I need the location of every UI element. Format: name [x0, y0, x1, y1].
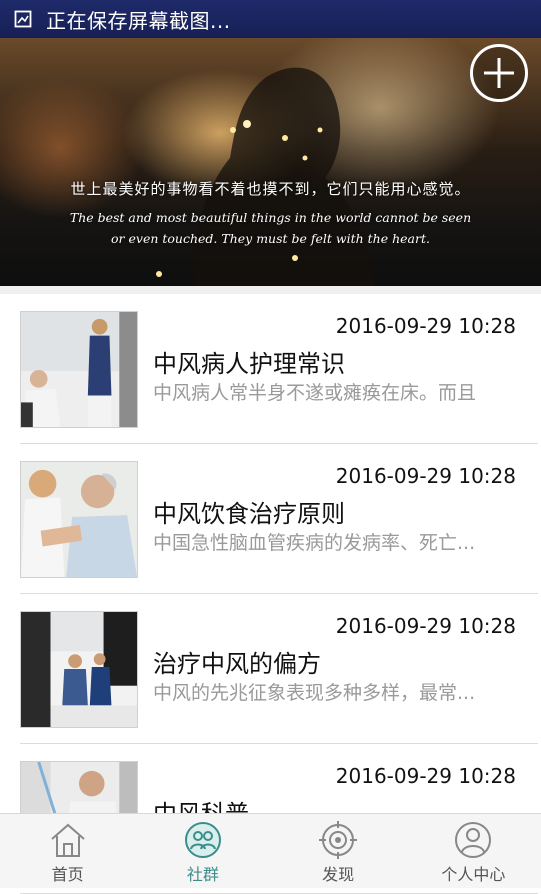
article-item[interactable]: 2016-09-29 10:28 中风病人护理常识 中风病人常半身不遂或瘫痪在床… — [20, 294, 538, 444]
article-date: 2016-09-29 10:28 — [335, 614, 516, 638]
screenshot-icon — [14, 10, 32, 28]
article-summary: 中国急性脑血管疾病的发病率、死亡... — [153, 532, 476, 554]
tab-label: 发现 — [322, 865, 355, 884]
article-date: 2016-09-29 10:28 — [335, 314, 516, 338]
article-date: 2016-09-29 10:28 — [335, 464, 516, 488]
tab-label: 社群 — [186, 865, 219, 884]
banner-caption-cn: 世上最美好的事物看不着也摸不到，它们只能用心感觉。 — [70, 180, 471, 198]
profile-icon — [455, 822, 492, 858]
article-thumbnail — [20, 311, 138, 428]
community-icon — [184, 822, 221, 858]
add-button[interactable] — [470, 44, 528, 102]
bottom-tab-bar: 首页 社群 发现 个人中心 — [0, 813, 541, 888]
tab-home[interactable]: 首页 — [0, 814, 135, 888]
tab-community[interactable]: 社群 — [135, 814, 270, 888]
article-thumbnail — [20, 461, 138, 578]
tab-label: 个人中心 — [441, 865, 506, 884]
banner-caption-en-line1: The best and most beautiful things in th… — [69, 210, 472, 225]
article-date: 2016-09-29 10:28 — [335, 764, 516, 788]
tab-profile[interactable]: 个人中心 — [406, 814, 541, 888]
article-item[interactable]: 2016-09-29 10:28 治疗中风的偏方 中风的先兆征象表现多种多样，最… — [20, 594, 538, 744]
plus-icon — [484, 58, 514, 88]
status-bar: 正在保存屏幕截图... — [0, 0, 541, 38]
status-text: 正在保存屏幕截图... — [46, 8, 231, 33]
section-divider — [0, 286, 541, 294]
tab-label: 首页 — [51, 865, 84, 884]
discover-icon — [319, 821, 358, 859]
article-summary: 中风病人常半身不遂或瘫痪在床。而且 — [153, 382, 477, 404]
article-title: 中风病人护理常识 — [153, 350, 345, 378]
article-summary: 中风的先兆征象表现多种多样，最常... — [153, 682, 476, 704]
article-title: 中风饮食治疗原则 — [153, 500, 345, 528]
banner-caption-en-line2: or even touched. They must be felt with … — [111, 231, 430, 246]
banner[interactable]: 世上最美好的事物看不着也摸不到，它们只能用心感觉。 The best and m… — [0, 38, 541, 286]
article-title: 治疗中风的偏方 — [153, 650, 321, 678]
home-icon — [50, 823, 85, 857]
banner-silhouette — [156, 67, 375, 286]
tab-discover[interactable]: 发现 — [271, 814, 406, 888]
article-item[interactable]: 2016-09-29 10:28 中风饮食治疗原则 中国急性脑血管疾病的发病率、… — [20, 444, 538, 594]
article-thumbnail — [20, 611, 138, 728]
